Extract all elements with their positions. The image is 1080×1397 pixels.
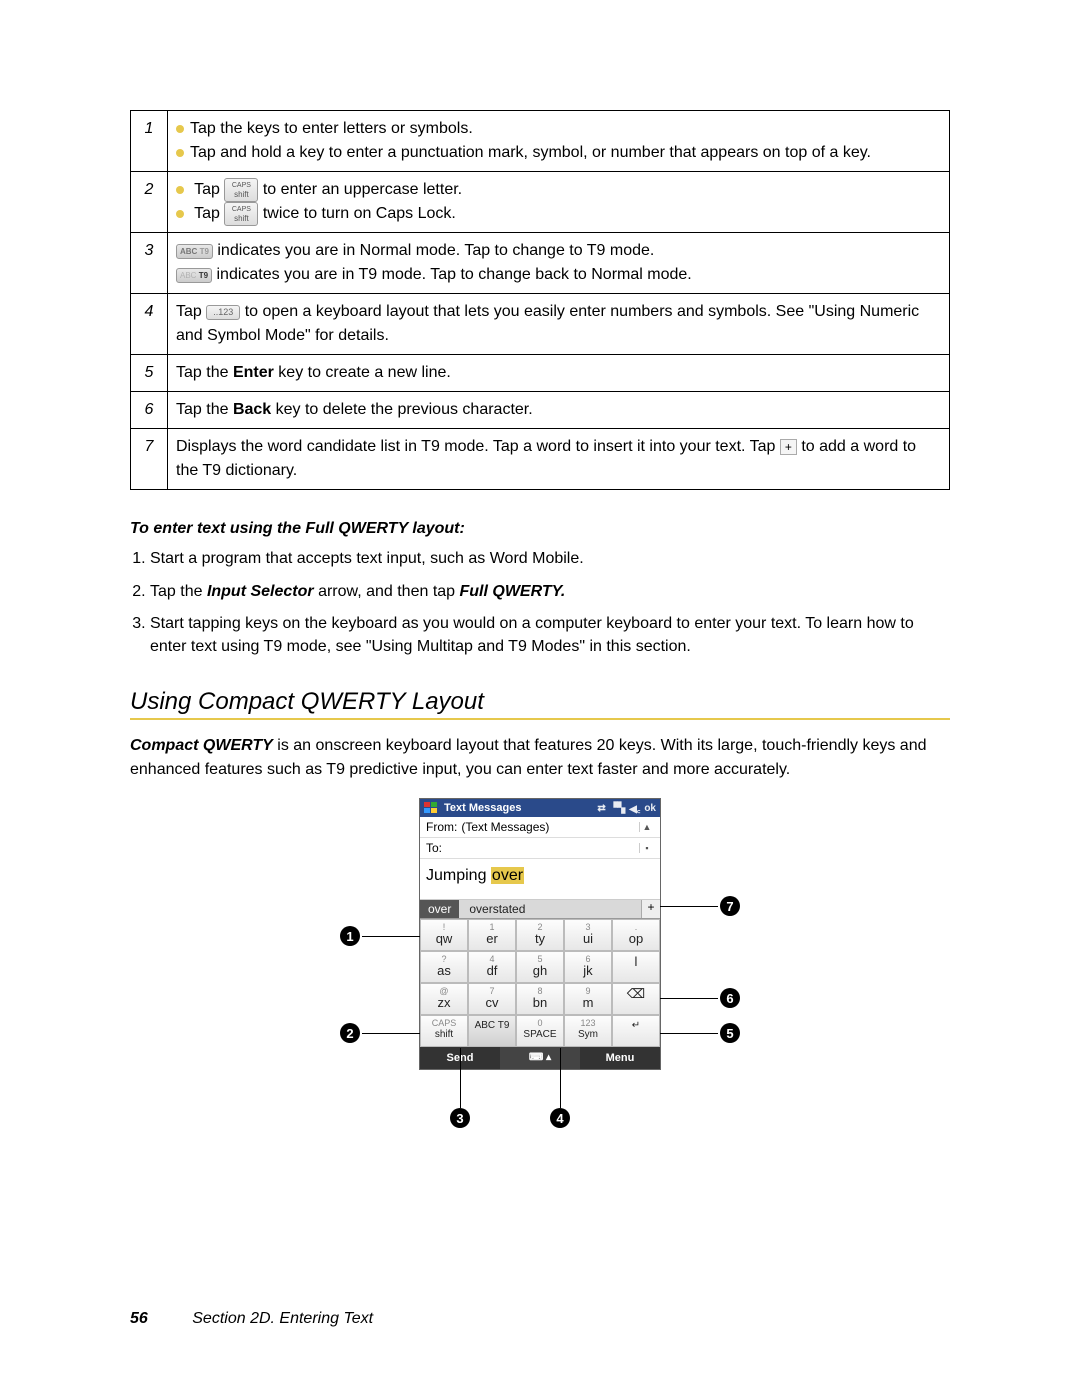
ok-button[interactable]: ok — [644, 803, 656, 814]
keyboard-key[interactable]: 3ui — [564, 919, 612, 951]
candidate-item[interactable]: overstated — [459, 900, 535, 918]
scroll-up-icon[interactable]: ▲ — [639, 822, 654, 832]
keyboard-key[interactable]: ↵ — [612, 1015, 660, 1047]
app-title: Text Messages — [444, 802, 521, 814]
phone-figure: Text Messages ⇄ ▝▚ ◀꜀ ok From: (Text Mes… — [350, 798, 730, 1070]
keyboard[interactable]: !qw1er2ty3ui.op ?as4df5gh6jkl @zx7cv8bn9m⌫… — [420, 919, 660, 1047]
callout-4: 4 — [550, 1108, 570, 1128]
step: Start a program that accepts text input,… — [150, 548, 950, 570]
from-row: From: (Text Messages) ▲ — [420, 817, 660, 838]
keyboard-key[interactable]: 1er — [468, 919, 516, 951]
scroll-thumb-icon[interactable]: ▪ — [639, 843, 654, 853]
keyboard-key[interactable]: CAPSshift — [420, 1015, 468, 1047]
section-rule — [130, 718, 950, 720]
candidate-selected[interactable]: over — [420, 900, 459, 918]
bullet-icon — [176, 186, 184, 194]
keyboard-key[interactable]: 5gh — [516, 951, 564, 983]
step: Start tapping keys on the keyboard as yo… — [150, 613, 950, 658]
section-label: Section 2D. Entering Text — [192, 1310, 373, 1327]
keyboard-key[interactable]: 123Sym — [564, 1015, 612, 1047]
to-row[interactable]: To: ▪ — [420, 838, 660, 859]
callout-6: 6 — [720, 988, 740, 1008]
soft-key-bar: Send ⌨ ▴ Menu — [420, 1047, 660, 1069]
procedure-heading: To enter text using the Full QWERTY layo… — [130, 520, 950, 538]
caps-shift-key-icon: CAPSshift — [224, 202, 258, 226]
callout-5: 5 — [720, 1023, 740, 1043]
keyboard-key[interactable]: 0SPACE — [516, 1015, 564, 1047]
keyboard-key[interactable]: 6jk — [564, 951, 612, 983]
callout-7: 7 — [720, 896, 740, 916]
abc-mode-key-icon: ABC T9 — [176, 244, 213, 259]
menu-softkey[interactable]: Menu — [580, 1047, 660, 1069]
keyboard-key[interactable]: @zx — [420, 983, 468, 1015]
page-number: 56 — [130, 1310, 148, 1327]
row-num: 1 — [131, 111, 168, 172]
callout-3: 3 — [450, 1108, 470, 1128]
add-word-button[interactable]: + — [641, 900, 660, 918]
keyboard-key[interactable]: l — [612, 951, 660, 983]
t9-mode-key-icon: ABC T9 — [176, 268, 212, 283]
page-footer: 56 Section 2D. Entering Text — [130, 1310, 950, 1328]
bullet-icon — [176, 125, 184, 133]
keyboard-key[interactable]: .op — [612, 919, 660, 951]
keyboard-key[interactable]: 7cv — [468, 983, 516, 1015]
section-intro: Compact QWERTY is an onscreen keyboard l… — [130, 734, 950, 782]
caps-shift-key-icon: CAPSshift — [224, 178, 258, 202]
bullet-icon — [176, 149, 184, 157]
callout-1: 1 — [340, 926, 360, 946]
phone-mock: Text Messages ⇄ ▝▚ ◀꜀ ok From: (Text Mes… — [419, 798, 661, 1070]
instructions-table: 1 Tap the keys to enter letters or symbo… — [130, 110, 950, 490]
sip-selector[interactable]: ⌨ ▴ — [500, 1047, 580, 1069]
keyboard-key[interactable]: 8bn — [516, 983, 564, 1015]
connectivity-icon: ⇄ — [597, 803, 605, 814]
keyboard-key[interactable]: ⌫ — [612, 983, 660, 1015]
keyboard-key[interactable]: 4df — [468, 951, 516, 983]
compose-area[interactable]: Jumping over — [420, 859, 660, 900]
keyboard-key[interactable]: ?as — [420, 951, 468, 983]
keyboard-key[interactable]: 2ty — [516, 919, 564, 951]
start-icon — [424, 802, 438, 814]
keyboard-key[interactable]: !qw — [420, 919, 468, 951]
bullet-icon — [176, 210, 184, 218]
keyboard-key[interactable]: 9m — [564, 983, 612, 1015]
volume-icon: ◀꜀ — [629, 801, 640, 815]
status-bar: Text Messages ⇄ ▝▚ ◀꜀ ok — [420, 799, 660, 817]
section-heading: Using Compact QWERTY Layout — [130, 688, 950, 716]
plus-key-icon: + — [780, 439, 797, 455]
candidate-bar[interactable]: over overstated + — [420, 900, 660, 919]
row-content: Tap the keys to enter letters or symbols… — [168, 111, 950, 172]
callout-2: 2 — [340, 1023, 360, 1043]
step: Tap the Input Selector arrow, and then t… — [150, 581, 950, 603]
signal-icon: ▝▚ — [610, 803, 625, 814]
numeric-symbol-key-icon: ..123 — [206, 305, 240, 320]
procedure-steps: Start a program that accepts text input,… — [150, 548, 950, 658]
keyboard-key[interactable]: ABC T9 — [468, 1015, 516, 1047]
